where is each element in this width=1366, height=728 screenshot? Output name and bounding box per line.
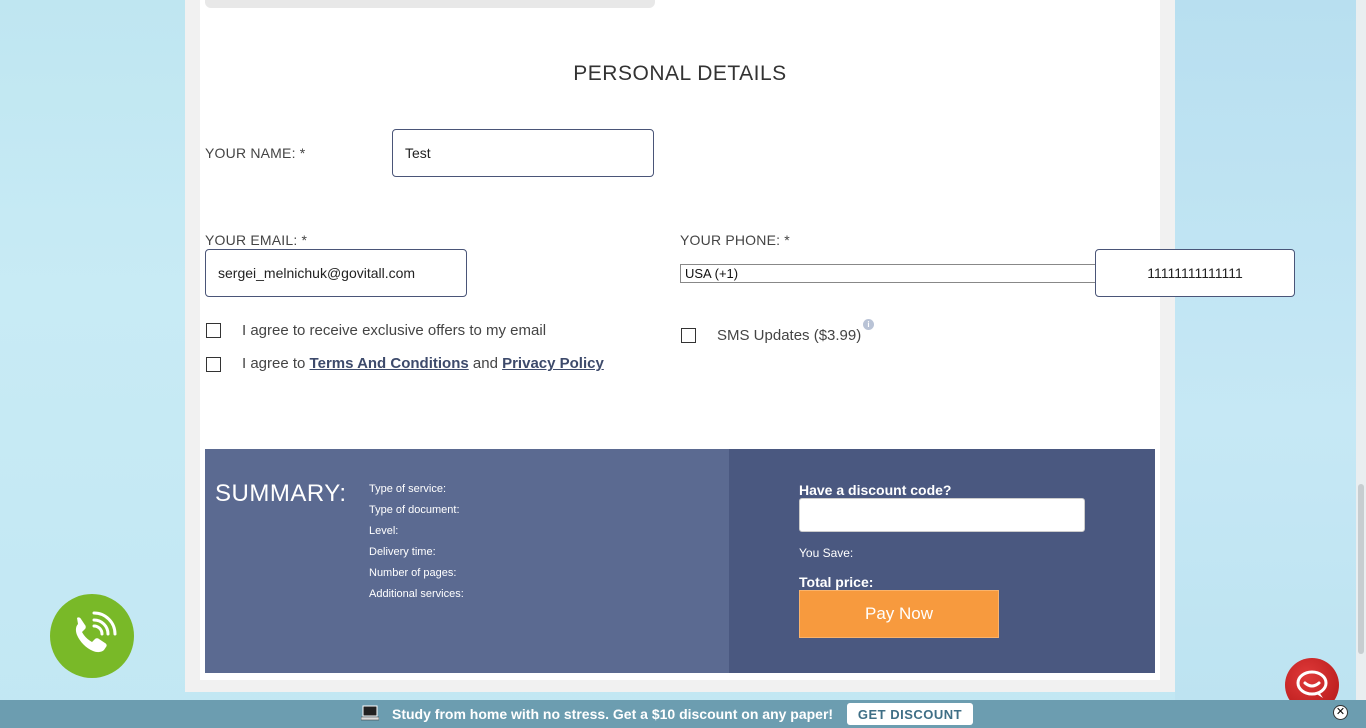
country-code-value: USA (+1) (685, 266, 739, 281)
terms-checkbox-label: I agree to Terms And Conditions and Priv… (242, 355, 604, 372)
terms-and: and (468, 355, 503, 372)
summary-item: Type of document: (369, 504, 460, 516)
email-input-value: sergei_melnichuk@govitall.com (218, 265, 416, 281)
privacy-link[interactable]: Privacy Policy (502, 355, 604, 372)
total-price-label: Total price: (799, 574, 874, 590)
laptop-icon (361, 705, 379, 721)
summary-title: SUMMARY: (215, 480, 347, 507)
phone-icon (75, 611, 117, 653)
summary-item: Additional services: (369, 588, 464, 600)
name-input-value: Test (405, 145, 431, 161)
call-button[interactable] (50, 594, 134, 678)
summary-item: Type of service: (369, 483, 447, 495)
get-discount-button[interactable]: GET DISCOUNT (847, 703, 973, 725)
sms-checkbox-label: SMS Updates ($3.99) (717, 327, 862, 344)
country-code-select[interactable]: USA (+1) (680, 264, 1098, 283)
close-icon[interactable]: ✕ (1333, 705, 1348, 720)
scrollbar-thumb[interactable] (1358, 484, 1364, 654)
offers-checkbox[interactable] (206, 323, 221, 338)
you-save-label: You Save: (799, 546, 854, 560)
terms-prefix: I agree to (242, 355, 310, 372)
discount-code-input[interactable] (799, 498, 1085, 532)
previous-field (205, 0, 655, 8)
email-label: YOUR EMAIL: * (205, 232, 308, 248)
terms-checkbox[interactable] (206, 357, 221, 372)
terms-link[interactable]: Terms And Conditions (310, 355, 469, 372)
banner-text: Study from home with no stress. Get a $1… (392, 706, 834, 722)
background-right (1175, 0, 1366, 700)
sms-checkbox[interactable] (681, 328, 696, 343)
name-input[interactable]: Test (392, 129, 654, 177)
summary-item: Level: (369, 525, 399, 537)
name-label: YOUR NAME: * (205, 145, 306, 161)
pay-now-button[interactable]: Pay Now (799, 590, 999, 638)
summary-item: Delivery time: (369, 546, 436, 558)
phone-input-value: 11111111111111 (1147, 265, 1243, 281)
info-icon[interactable]: i (863, 319, 874, 330)
chat-icon (1296, 670, 1328, 698)
discount-label: Have a discount code? (799, 482, 952, 498)
email-input[interactable]: sergei_melnichuk@govitall.com (205, 249, 467, 297)
phone-label: YOUR PHONE: * (680, 232, 790, 248)
phone-input[interactable]: 11111111111111 (1095, 249, 1295, 297)
summary-item: Number of pages: (369, 567, 457, 579)
section-title: PERSONAL DETAILS (573, 62, 787, 85)
offers-checkbox-label: I agree to receive exclusive offers to m… (242, 322, 547, 339)
